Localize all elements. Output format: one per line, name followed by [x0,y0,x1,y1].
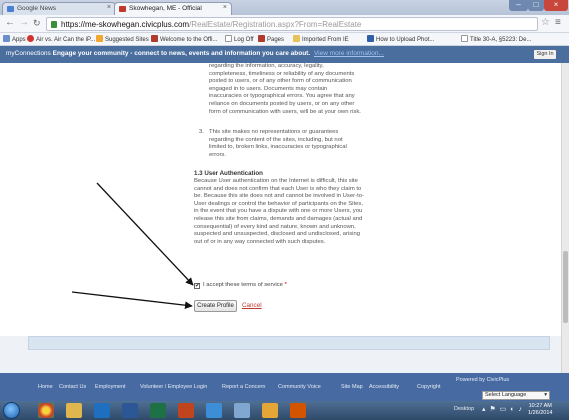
footer-link-powered-by[interactable]: Powered by CivicPlus [456,377,509,383]
reload-icon[interactable]: ↻ [33,18,41,28]
bookmark-pages[interactable]: Pages [258,35,284,43]
bookmark-upload-photos[interactable]: How to Upload Phot... [367,35,434,43]
footer-link-copyright[interactable]: Copyright [417,384,441,390]
page-content: regarding the information, accuracy, leg… [0,63,569,373]
bookmark-suggested-sites[interactable]: Suggested Sites [96,35,149,43]
cancel-link[interactable]: Cancel [242,302,262,309]
connections-banner: myConnections Engage your community - co… [0,46,569,63]
footer-link-employment[interactable]: Employment [95,384,126,390]
bookmark-welcome[interactable]: Welcome to the Offi... [151,35,217,43]
footer-link-community-voice[interactable]: Community Voice [278,384,321,390]
maximize-button[interactable]: □ [528,0,544,11]
civicplus-icon [258,35,265,42]
bookmark-star-icon[interactable]: ☆ [541,17,550,28]
google-news-icon [7,6,14,12]
suggested-sites-icon [96,35,103,42]
scroll-thumb[interactable] [563,251,568,323]
right-gutter [376,63,569,336]
url-input[interactable]: https://me-skowhegan.civicplus.com/RealE… [46,17,538,31]
powerpoint-icon[interactable] [178,403,194,418]
section-body: Because User authentication on the Inter… [194,178,364,245]
window-close-button[interactable]: × [544,0,568,11]
start-button[interactable] [3,402,20,419]
view-more-link[interactable]: View more information... [314,50,384,57]
close-icon[interactable]: × [223,4,227,11]
tab-label: Google News [17,5,57,12]
folder-icon [293,35,300,42]
create-profile-button[interactable]: Create Profile [194,300,237,312]
footer-link-home[interactable]: Home [38,384,53,390]
close-icon[interactable]: × [107,4,111,11]
footer-link-accessibility[interactable]: Accessibility [369,384,399,390]
menu-icon[interactable]: ≡ [555,17,561,28]
footer-link-contact[interactable]: Contact Us [59,384,86,390]
chevron-down-icon: ▾ [544,392,547,398]
accept-terms-checkbox[interactable]: ✔ [194,283,200,289]
word-icon[interactable] [122,403,138,418]
app-icon[interactable] [290,403,306,418]
site-footer: Home Contact Us Employment Volunteer / E… [0,373,569,401]
civicplus-icon [151,35,158,42]
blue-square-icon [367,35,374,42]
page-icon [225,35,232,42]
footer-link-site-map[interactable]: Site Map [341,384,363,390]
forward-arrow-icon[interactable]: → [19,18,29,28]
url-host: https://me-skowhegan.civicplus.com [61,20,190,29]
address-bar-row: ← → ↻ https://me-skowhegan.civicplus.com… [0,15,569,33]
minimize-button[interactable]: – [509,0,528,11]
page-icon [461,35,468,42]
left-gutter [0,63,186,336]
back-arrow-icon[interactable]: ← [5,18,15,28]
content-footer-band [28,336,550,350]
terms-paragraph: regarding the information, accuracy, leg… [209,63,361,115]
list-item-number: 3. [199,129,204,135]
bookmark-apps[interactable]: Apps [3,35,26,43]
civicplus-icon [119,6,126,12]
chrome-icon[interactable] [38,403,54,418]
accept-terms-label: I accept these terms of service * [203,282,287,288]
bookmark-imported-from-ie[interactable]: Imported From IE [293,35,349,43]
section-heading: 1.3 User Authentication [194,170,263,177]
bookmarks-bar: Apps Air vs. Air Can the iP... Suggested… [0,33,569,46]
clock[interactable]: 10:27 AM 1/26/2014 [528,403,552,417]
url-path: /RealEstate/Registration.aspx?From=RealE… [189,20,362,29]
list-item: This site makes no representations or gu… [209,129,347,158]
ie-icon[interactable] [206,403,222,418]
windows-taskbar: Desktop ▴ ⚑ ▭ ◐ ♪ 10:27 AM 1/26/2014 [0,401,569,420]
red-circle-icon [27,35,34,42]
lock-icon [51,21,57,28]
tray-icons[interactable]: ▴ ⚑ ▭ ◐ ♪ [482,405,523,413]
page-scrollbar[interactable] [561,63,569,401]
apps-grid-icon [3,35,10,42]
banner-text: Engage your community - connect to news,… [52,50,311,57]
bookmark-title-30a[interactable]: Title 30-A, §5223: De... [461,35,531,43]
required-marker: * [284,282,287,288]
desktop-toolbar-label[interactable]: Desktop [454,406,474,412]
browser-tab-bar: Google News × Skowhegan, ME - Official ×… [0,0,569,15]
paint-icon[interactable] [234,403,250,418]
photo-icon[interactable] [262,403,278,418]
tab-google-news[interactable]: Google News × [2,2,116,15]
outlook-icon[interactable] [94,403,110,418]
sign-in-button[interactable]: Sign In [534,50,556,59]
language-select[interactable]: Select Language ▾ [482,391,550,400]
bookmark-log-off[interactable]: Log Off [225,35,254,43]
footer-link-volunteer[interactable]: Volunteer / Employee Login [140,384,207,390]
excel-icon[interactable] [150,403,166,418]
banner-brand: myConnections [6,50,51,57]
banner-message: myConnections Engage your community - co… [6,50,384,57]
footer-link-report[interactable]: Report a Concern [222,384,265,390]
tab-skowhegan[interactable]: Skowhegan, ME - Official × [114,2,232,15]
explorer-folder-icon[interactable] [66,403,82,418]
bookmark-air-vs-air[interactable]: Air vs. Air Can the iP... [27,35,95,43]
tab-label: Skowhegan, ME - Official [129,5,202,12]
